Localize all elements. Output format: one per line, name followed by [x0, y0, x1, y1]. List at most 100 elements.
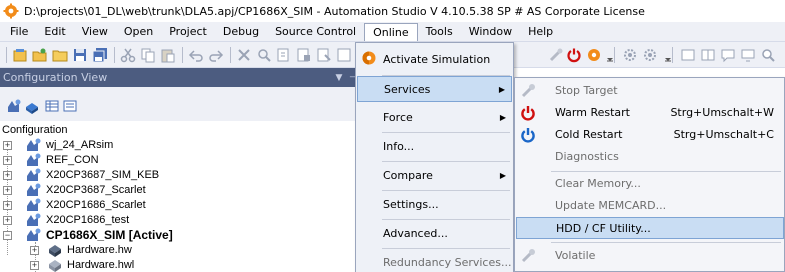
menu-item-info[interactable]: Info... [357, 133, 512, 159]
undo-icon[interactable] [188, 47, 204, 63]
menu-item-label: Compare [383, 168, 433, 182]
zoom-icon[interactable] [760, 47, 776, 63]
menu-item-label: Services [384, 82, 431, 96]
menu-separator [551, 171, 781, 172]
redo-icon[interactable] [208, 47, 224, 63]
save-icon[interactable] [72, 47, 88, 63]
save-all-icon[interactable] [92, 47, 108, 63]
menu-item-hdd-cf-utility[interactable]: HDD / CF Utility... [516, 217, 784, 239]
open-folder-icon[interactable] [52, 47, 68, 63]
tree-node[interactable]: + X20CP1686_test [0, 213, 360, 227]
menu-item-activate-simulation[interactable]: Activate Simulation [357, 46, 512, 72]
configuration-view-header: Configuration View ▼ ⊣ [0, 68, 360, 87]
menu-open[interactable]: Open [116, 22, 161, 41]
comment-icon[interactable] [720, 47, 736, 63]
expand-icon[interactable]: + [3, 185, 12, 195]
services-submenu: Stop Target Warm Restart Strg+Umschalt+W… [514, 77, 785, 272]
menu-edit[interactable]: Edit [36, 22, 73, 41]
delete-icon[interactable] [236, 47, 252, 63]
submenu-arrow-icon: ▶ [498, 84, 505, 94]
volatile-icon [520, 248, 536, 264]
settings-gear-2-icon[interactable] [642, 47, 658, 63]
find-icon[interactable] [256, 47, 272, 63]
menu-help[interactable]: Help [520, 22, 561, 41]
menu-source-control[interactable]: Source Control [267, 22, 364, 41]
stop-target-toolbar-icon[interactable] [548, 47, 564, 63]
tree-node[interactable]: + REF_CON [0, 153, 360, 167]
menu-tools[interactable]: Tools [418, 22, 461, 41]
expand-icon[interactable]: + [30, 260, 39, 270]
menu-item-label: HDD / CF Utility... [556, 222, 651, 235]
menu-item-force[interactable]: Force ▶ [357, 104, 512, 130]
hardware-view-icon[interactable] [24, 98, 40, 114]
menu-item-redundancy-services[interactable]: Redundancy Services... [357, 249, 512, 272]
tree-child-node[interactable]: + Hardware.hwl [0, 258, 360, 272]
menu-item-advanced[interactable]: Advanced... [357, 220, 512, 246]
table-view-icon[interactable] [44, 98, 60, 114]
toolbar-overflow-icon[interactable] [602, 47, 613, 63]
copy-icon[interactable] [140, 47, 156, 63]
menu-item-warm-restart[interactable]: Warm Restart Strg+Umschalt+W [516, 102, 784, 124]
menu-view[interactable]: View [74, 22, 116, 41]
toolbar-separator [182, 47, 183, 63]
monitor-icon[interactable] [740, 47, 756, 63]
tree-node-active[interactable]: − CP1686X_SIM [Active] [0, 228, 360, 242]
cut-icon[interactable] [120, 47, 136, 63]
menu-item-cold-restart[interactable]: Cold Restart Strg+Umschalt+C [516, 124, 784, 146]
tree-root-label: Configuration [2, 124, 68, 136]
expand-icon[interactable]: + [3, 170, 12, 180]
window-split-icon[interactable] [700, 47, 716, 63]
panel-title: Configuration View [3, 71, 108, 84]
settings-gear-icon[interactable] [622, 47, 638, 63]
toolbar-separator [672, 47, 673, 63]
expand-icon[interactable]: + [3, 200, 12, 210]
expand-icon[interactable]: + [3, 215, 12, 225]
build-icon[interactable] [296, 47, 312, 63]
collapse-icon[interactable]: − [3, 230, 12, 240]
menu-item-settings[interactable]: Settings... [357, 191, 512, 217]
tree-node[interactable]: + wj_24_ARsim [0, 138, 360, 152]
tree-node[interactable]: + X20CP3687_Scarlet [0, 183, 360, 197]
menu-item-diagnostics[interactable]: Diagnostics [516, 146, 784, 168]
open-project-icon[interactable] [32, 47, 48, 63]
expand-icon[interactable]: + [3, 155, 12, 165]
tree-node[interactable]: + X20CP1686_Scarlet [0, 198, 360, 212]
menu-item-clear-memory[interactable]: Clear Memory... [516, 173, 784, 195]
configuration-node-icon [26, 153, 42, 167]
toolbar-overflow-icon[interactable] [660, 47, 671, 63]
menu-item-label: Warm Restart [555, 106, 630, 119]
properties-icon[interactable] [62, 98, 78, 114]
menu-item-volatile[interactable]: Volatile [516, 245, 784, 267]
menu-separator [551, 242, 781, 243]
title-bar: D:\projects\01_DL\web\trunk\DLA5.apj/CP1… [0, 0, 785, 22]
menu-online[interactable]: Online [364, 23, 418, 41]
menu-item-label: Force [383, 110, 413, 124]
simulation-toolbar-icon[interactable] [586, 47, 602, 63]
add-configuration-icon[interactable] [6, 98, 22, 114]
transfer-icon[interactable] [336, 47, 352, 63]
menu-item-compare[interactable]: Compare ▶ [357, 162, 512, 188]
tree-root[interactable]: Configuration [2, 123, 67, 137]
menu-debug[interactable]: Debug [215, 22, 267, 41]
menu-file[interactable]: File [0, 22, 36, 41]
panel-dropdown-icon[interactable]: ▼ [332, 73, 346, 83]
expand-icon[interactable]: + [30, 245, 39, 255]
tree-node[interactable]: + X20CP3687_SIM_KEB [0, 168, 360, 182]
window-icon[interactable] [680, 47, 696, 63]
menu-project[interactable]: Project [161, 22, 215, 41]
menu-item-services[interactable]: Services ▶ [357, 76, 512, 102]
rebuild-icon[interactable] [316, 47, 332, 63]
warm-restart-toolbar-icon[interactable] [566, 47, 582, 63]
menu-item-shortcut: Strg+Umschalt+W [670, 106, 774, 119]
paste-icon[interactable] [160, 47, 176, 63]
menu-item-label: Advanced... [383, 226, 448, 240]
new-project-icon[interactable] [12, 47, 28, 63]
menu-window[interactable]: Window [461, 22, 520, 41]
menu-item-stop-target[interactable]: Stop Target [516, 80, 784, 102]
menu-item-label: Redundancy Services... [383, 255, 512, 269]
expand-icon[interactable]: + [3, 140, 12, 150]
tree-child-node[interactable]: + Hardware.hw [0, 243, 360, 257]
replace-icon[interactable] [276, 47, 292, 63]
toolbar-grip [6, 47, 7, 63]
menu-item-update-memcard[interactable]: Update MEMCARD... [516, 195, 784, 217]
